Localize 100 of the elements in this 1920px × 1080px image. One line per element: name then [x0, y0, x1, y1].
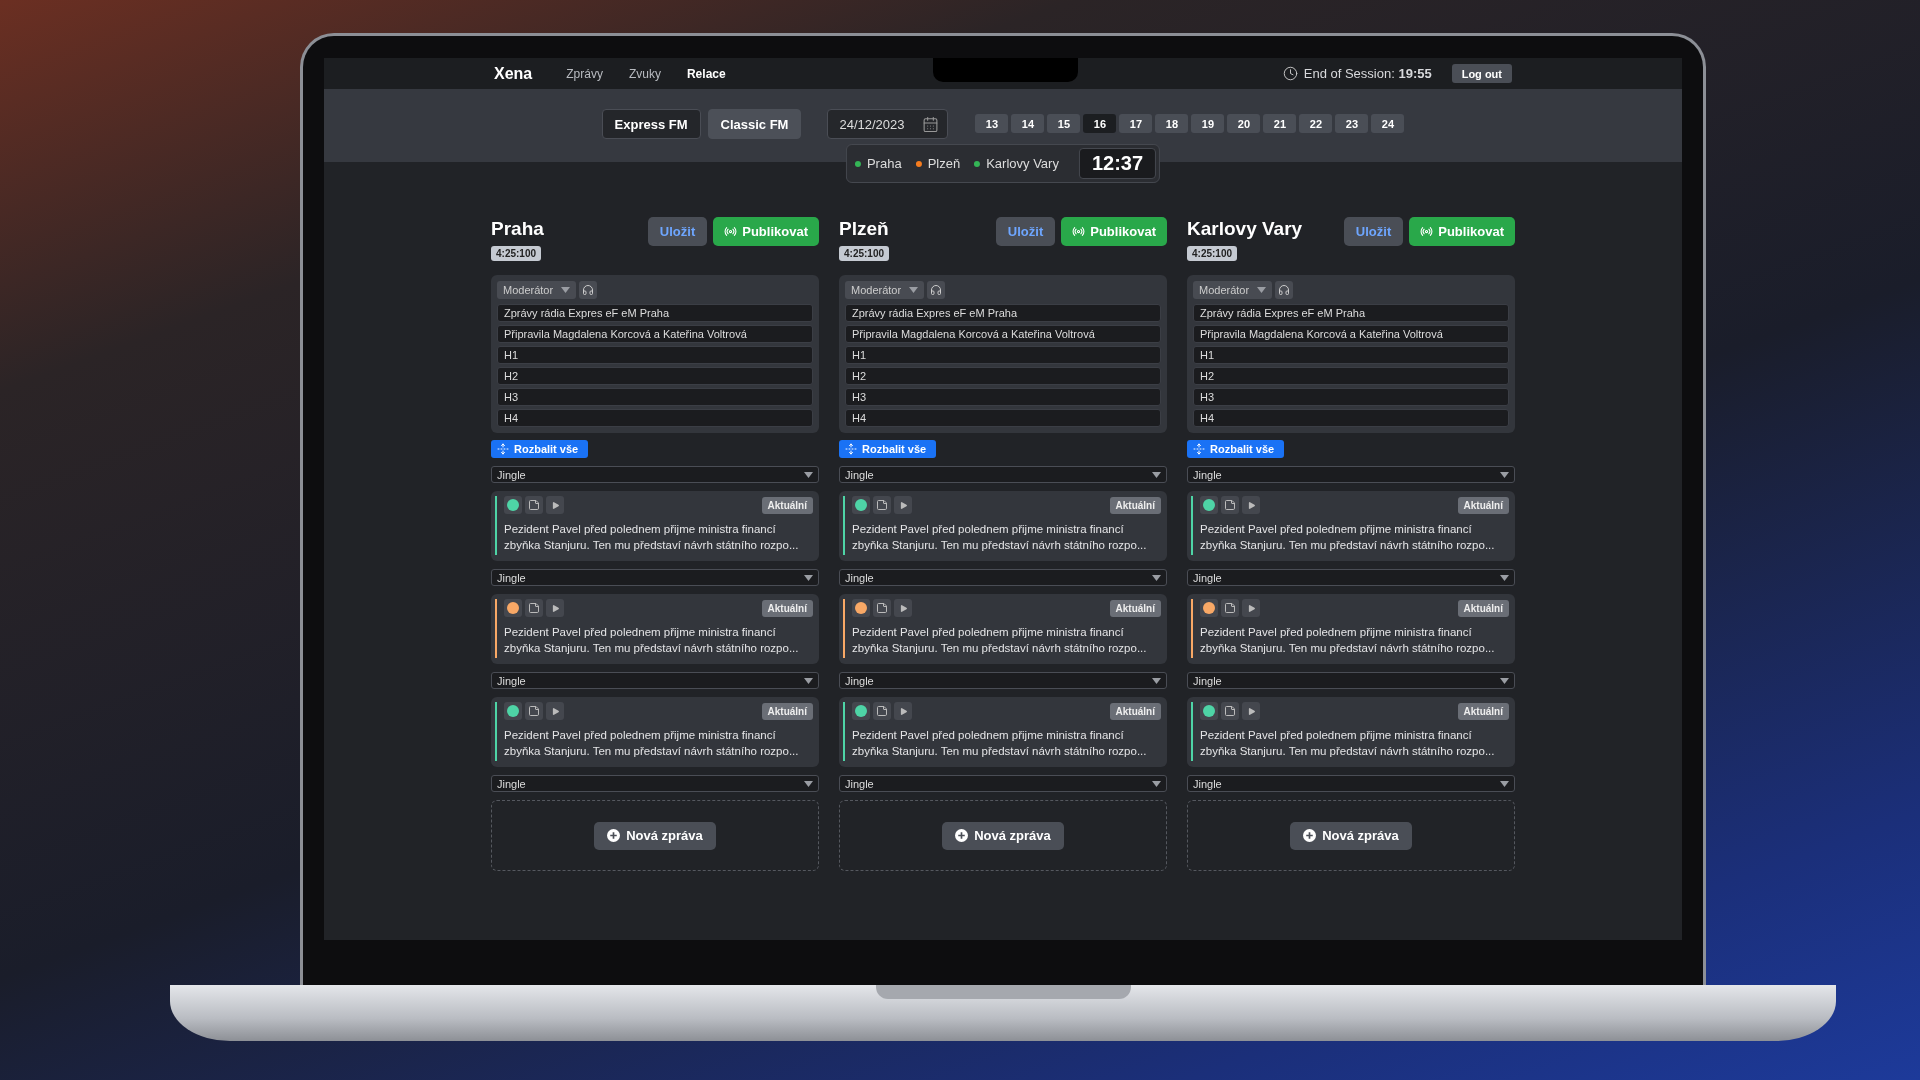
play-button[interactable] — [894, 702, 912, 720]
caret-icon — [1152, 574, 1161, 581]
jingle-select[interactable]: Jingle — [839, 569, 1167, 586]
play-button[interactable] — [546, 599, 564, 617]
day-button[interactable]: 17 — [1119, 114, 1153, 133]
headphones-button[interactable] — [1275, 281, 1294, 299]
jingle-select[interactable]: Jingle — [491, 775, 819, 792]
note-button[interactable] — [525, 599, 543, 617]
input-field[interactable]: Zprávy rádia Expres eF eM Praha — [497, 304, 813, 322]
expand-all-button[interactable]: Rozbalit vše — [491, 440, 589, 458]
input-field[interactable]: H3 — [845, 388, 1161, 406]
play-icon — [1246, 603, 1256, 613]
input-field[interactable]: Připravila Magdalena Korcová a Kateřina Voltrová — [1193, 325, 1509, 343]
note-button[interactable] — [525, 702, 543, 720]
note-button[interactable] — [873, 599, 891, 617]
jingle-select[interactable]: Jingle — [491, 672, 819, 689]
input-field[interactable]: Připravila Magdalena Korcová a Kateřina Voltrová — [845, 325, 1161, 343]
moderator-select[interactable]: Moderátor — [1193, 281, 1273, 299]
jingle-select[interactable]: Jingle — [1187, 466, 1515, 483]
jingle-select[interactable]: Jingle — [491, 466, 819, 483]
duration-badge: 4:25:100 — [839, 246, 890, 261]
headphones-button[interactable] — [927, 281, 946, 299]
note-button[interactable] — [1221, 599, 1239, 617]
expand-all-button[interactable]: Rozbalit vše — [1187, 440, 1285, 458]
play-button[interactable] — [1242, 599, 1260, 617]
input-field[interactable]: H2 — [497, 367, 813, 385]
note-icon — [876, 499, 888, 511]
jingle-select[interactable]: Jingle — [1187, 775, 1515, 792]
station-tab[interactable]: Express FM — [601, 109, 701, 139]
input-field[interactable]: H1 — [497, 346, 813, 364]
status-badge: Aktuální — [1457, 702, 1509, 720]
play-button[interactable] — [546, 702, 564, 720]
input-field[interactable]: Zprávy rádia Expres eF eM Praha — [845, 304, 1161, 322]
jingle-select[interactable]: Jingle — [491, 569, 819, 586]
day-button[interactable]: 15 — [1047, 114, 1081, 133]
note-button[interactable] — [873, 702, 891, 720]
input-field[interactable]: H4 — [1193, 409, 1509, 427]
input-field[interactable]: Připravila Magdalena Korcová a Kateřina Voltrová — [497, 325, 813, 343]
nav-link[interactable]: Zvuky — [628, 66, 661, 81]
play-button[interactable] — [1242, 702, 1260, 720]
station-tab[interactable]: Classic FM — [707, 109, 802, 139]
nav-link[interactable]: Relace — [686, 66, 726, 81]
note-icon — [876, 602, 888, 614]
note-button[interactable] — [873, 496, 891, 514]
play-icon — [550, 500, 560, 510]
caret-icon — [804, 677, 813, 684]
nav-link[interactable]: Zprávy — [566, 66, 603, 81]
input-field[interactable]: H4 — [845, 409, 1161, 427]
caret-icon — [1257, 287, 1267, 293]
input-field[interactable]: H1 — [1193, 346, 1509, 364]
news-text: Pezident Pavel před polednem přijme ministra financí zbyňka Stanjuru. Ten mu představí návrh státního rozpo... — [504, 522, 800, 553]
input-field[interactable]: H2 — [845, 367, 1161, 385]
expand-icon — [845, 443, 857, 455]
moderator-select[interactable]: Moderátor — [497, 281, 577, 299]
play-button[interactable] — [894, 496, 912, 514]
jingle-select[interactable]: Jingle — [1187, 569, 1515, 586]
day-button[interactable]: 16 — [1083, 114, 1117, 133]
new-message-button[interactable]: Nová zpráva — [1290, 821, 1412, 850]
note-button[interactable] — [525, 496, 543, 514]
day-button[interactable]: 22 — [1299, 114, 1333, 133]
expand-all-button[interactable]: Rozbalit vše — [839, 440, 937, 458]
jingle-select[interactable]: Jingle — [839, 466, 1167, 483]
input-field[interactable]: H3 — [1193, 388, 1509, 406]
play-button[interactable] — [1242, 496, 1260, 514]
logout-button[interactable]: Log out — [1451, 64, 1512, 83]
status-badge: Aktuální — [1109, 702, 1161, 720]
broadcast-icon — [1420, 225, 1434, 238]
play-button[interactable] — [546, 496, 564, 514]
headphones-button[interactable] — [579, 281, 598, 299]
day-button[interactable]: 13 — [975, 114, 1009, 133]
input-field[interactable]: H1 — [845, 346, 1161, 364]
caret-icon — [561, 287, 571, 293]
date-field[interactable]: 24/12/2023 — [827, 109, 949, 139]
duration-badge: 4:25:100 — [1187, 246, 1238, 261]
news-text: Pezident Pavel před polednem přijme ministra financí zbyňka Stanjuru. Ten mu představí návrh státního rozpo... — [504, 625, 800, 656]
new-message-button[interactable]: Nová zpráva — [594, 821, 716, 850]
duration-badge: 4:25:100 — [491, 246, 542, 261]
input-field[interactable]: H4 — [497, 409, 813, 427]
day-button[interactable]: 21 — [1263, 114, 1297, 133]
status-badge: Aktuální — [1457, 496, 1509, 514]
day-button[interactable]: 14 — [1011, 114, 1045, 133]
day-button[interactable]: 23 — [1335, 114, 1369, 133]
note-button[interactable] — [1221, 702, 1239, 720]
moderator-select[interactable]: Moderátor — [845, 281, 925, 299]
input-field[interactable]: H3 — [497, 388, 813, 406]
jingle-select[interactable]: Jingle — [839, 775, 1167, 792]
day-button[interactable]: 18 — [1155, 114, 1189, 133]
status-badge: Aktuální — [1109, 496, 1161, 514]
jingle-select[interactable]: Jingle — [1187, 672, 1515, 689]
new-message-button[interactable]: Nová zpráva — [942, 821, 1064, 850]
day-button[interactable]: 19 — [1191, 114, 1225, 133]
play-button[interactable] — [894, 599, 912, 617]
input-field[interactable]: H2 — [1193, 367, 1509, 385]
jingle-select[interactable]: Jingle — [839, 672, 1167, 689]
news-text: Pezident Pavel před polednem přijme ministra financí zbyňka Stanjuru. Ten mu představí návrh státního rozpo... — [852, 625, 1148, 656]
note-button[interactable] — [1221, 496, 1239, 514]
day-button[interactable]: 20 — [1227, 114, 1261, 133]
day-button[interactable]: 24 — [1371, 114, 1405, 133]
play-icon — [898, 706, 908, 716]
input-field[interactable]: Zprávy rádia Expres eF eM Praha — [1193, 304, 1509, 322]
